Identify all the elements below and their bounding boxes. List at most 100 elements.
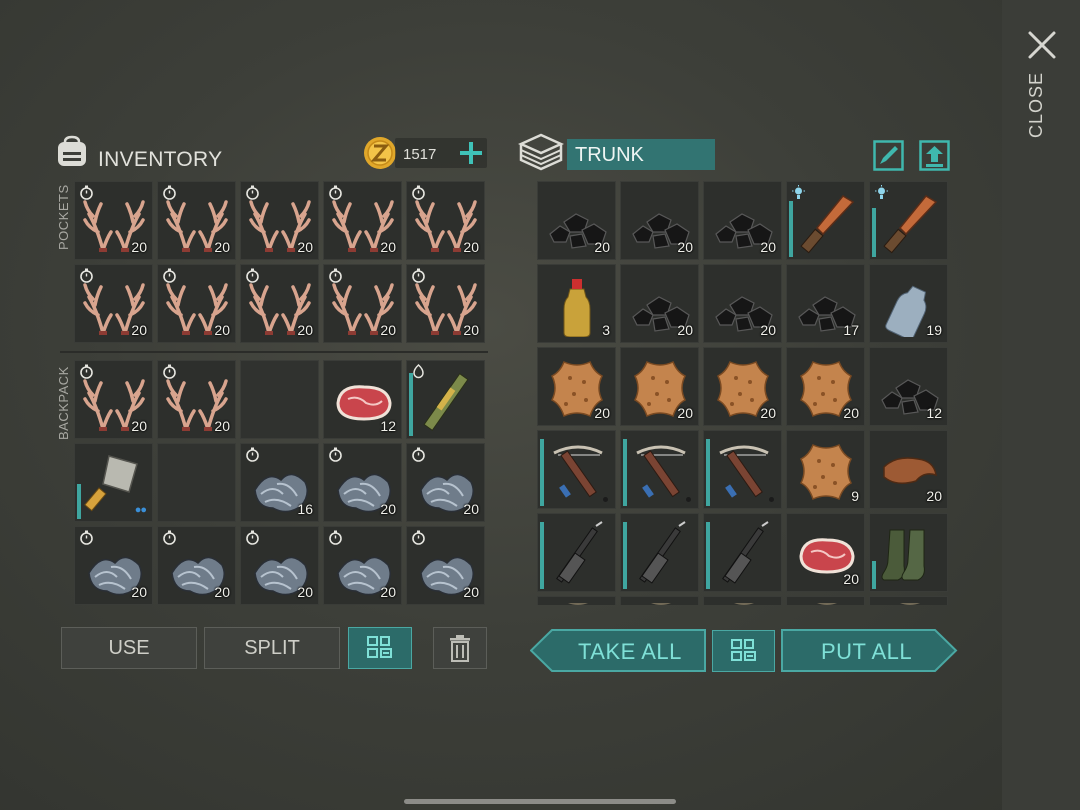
coin-icon xyxy=(364,137,396,169)
trunk-slot[interactable] xyxy=(703,513,782,592)
stack-count: 17 xyxy=(843,322,859,338)
trunk-slot[interactable] xyxy=(537,596,616,605)
backpack-slot[interactable]: 20 xyxy=(323,526,402,605)
stack-count: 20 xyxy=(677,322,693,338)
stack-count: 16 xyxy=(297,501,313,517)
crossbow-icon xyxy=(553,445,603,498)
pocket-slot[interactable]: 20 xyxy=(240,264,319,343)
trunk-slot[interactable]: 12 xyxy=(869,347,948,426)
durability-bar xyxy=(77,484,81,519)
trunk-slot[interactable]: 20 xyxy=(620,347,699,426)
status-dot xyxy=(769,497,774,502)
add-coins-icon[interactable] xyxy=(457,139,485,167)
backpack-slot[interactable]: 20 xyxy=(157,360,236,439)
close-label[interactable]: CLOSE xyxy=(1026,72,1054,138)
backpack-slot[interactable]: 20 xyxy=(406,526,485,605)
backpack-slot[interactable]: 20 xyxy=(406,443,485,522)
trunk-slot[interactable]: 20 xyxy=(620,264,699,343)
trunk-slot[interactable]: 20 xyxy=(703,181,782,260)
partial-icon xyxy=(900,603,920,605)
pocket-slot[interactable]: 20 xyxy=(74,264,153,343)
backpack-slot[interactable]: 16 xyxy=(240,443,319,522)
put-all-label: PUT ALL xyxy=(821,639,913,664)
trunk-slot[interactable] xyxy=(869,596,948,605)
trunk-slot[interactable] xyxy=(620,430,699,509)
put-all-button[interactable]: PUT ALL xyxy=(781,629,958,672)
stack-count: 12 xyxy=(380,418,396,434)
trunk-title[interactable]: TRUNK xyxy=(567,139,715,170)
timer-icon xyxy=(246,185,259,200)
sort-inventory-button[interactable] xyxy=(348,627,412,669)
pocket-slot[interactable]: 20 xyxy=(406,264,485,343)
trunk-slot[interactable] xyxy=(620,513,699,592)
backpack-slot[interactable]: 20 xyxy=(74,360,153,439)
stack-count: 20 xyxy=(760,405,776,421)
use-button[interactable]: USE xyxy=(61,627,197,669)
split-button[interactable]: SPLIT xyxy=(204,627,340,669)
timer-icon xyxy=(412,185,425,200)
trunk-slot[interactable] xyxy=(869,181,948,260)
pocket-slot[interactable]: 20 xyxy=(240,181,319,260)
pocket-slot[interactable]: 20 xyxy=(157,264,236,343)
backpack-slot[interactable]: 12 xyxy=(323,360,402,439)
backpack-slot[interactable]: 20 xyxy=(157,526,236,605)
backpack-slot[interactable]: 20 xyxy=(240,526,319,605)
trunk-slot[interactable]: 20 xyxy=(537,181,616,260)
pocket-slot[interactable]: 20 xyxy=(323,181,402,260)
backpack-icon xyxy=(58,135,86,166)
sort-trunk-button[interactable] xyxy=(712,630,775,672)
crossbow-icon xyxy=(636,445,686,498)
stack-count: 20 xyxy=(214,584,230,600)
trunk-slot[interactable] xyxy=(786,181,865,260)
trunk-slot[interactable]: 20 xyxy=(703,264,782,343)
upload-icon[interactable] xyxy=(919,140,950,171)
backpack-slot[interactable] xyxy=(406,360,485,439)
stack-count: 20 xyxy=(131,322,147,338)
partial-icon xyxy=(568,603,588,605)
trunk-slot[interactable]: 20 xyxy=(620,181,699,260)
trunk-slot[interactable]: 20 xyxy=(703,347,782,426)
durability-bar xyxy=(706,522,710,589)
timer-icon xyxy=(163,185,176,200)
trunk-slot[interactable]: 3 xyxy=(537,264,616,343)
trunk-slot[interactable]: 20 xyxy=(786,513,865,592)
pocket-slot[interactable]: 20 xyxy=(323,264,402,343)
stack-count: 20 xyxy=(380,501,396,517)
sort-icon xyxy=(730,639,756,661)
trunk-slot[interactable] xyxy=(537,513,616,592)
trunk-slot[interactable] xyxy=(869,513,948,592)
rifle-icon xyxy=(556,521,603,584)
stack-count: 20 xyxy=(131,584,147,600)
stack-count: 20 xyxy=(297,584,313,600)
rename-icon[interactable] xyxy=(873,140,904,171)
trunk-slot[interactable]: 17 xyxy=(786,264,865,343)
take-all-button[interactable]: TAKE ALL xyxy=(529,629,706,672)
stack-count: 9 xyxy=(851,488,859,504)
delete-button[interactable] xyxy=(433,627,487,669)
backpack-slot[interactable]: 20 xyxy=(74,526,153,605)
pocket-slot[interactable]: 20 xyxy=(406,181,485,260)
hide-icon xyxy=(799,443,853,501)
pocket-slot[interactable]: 20 xyxy=(74,181,153,260)
stack-count: 20 xyxy=(297,322,313,338)
stack-count: 20 xyxy=(677,239,693,255)
trunk-scroll-area[interactable]: 20 20 20 3 20 20 17 19 20 20 20 20 12 9 … xyxy=(537,181,952,605)
backpack-slot[interactable]: 20 xyxy=(323,443,402,522)
trunk-slot[interactable] xyxy=(620,596,699,605)
pocket-slot[interactable]: 20 xyxy=(157,181,236,260)
trunk-slot[interactable] xyxy=(786,596,865,605)
stack-count: 20 xyxy=(380,239,396,255)
backpack-slot[interactable] xyxy=(240,360,319,439)
trunk-slot[interactable]: 20 xyxy=(869,430,948,509)
trunk-slot[interactable] xyxy=(703,430,782,509)
trunk-slot[interactable]: 19 xyxy=(869,264,948,343)
close-icon[interactable] xyxy=(1024,27,1060,63)
backpack-slot[interactable] xyxy=(157,443,236,522)
trunk-slot[interactable]: 20 xyxy=(537,347,616,426)
backpack-slot[interactable]: ●● xyxy=(74,443,153,522)
trunk-slot[interactable] xyxy=(703,596,782,605)
trunk-slot[interactable]: 20 xyxy=(786,347,865,426)
trunk-slot[interactable]: 9 xyxy=(786,430,865,509)
trunk-slot[interactable] xyxy=(537,430,616,509)
timer-icon xyxy=(246,530,259,545)
